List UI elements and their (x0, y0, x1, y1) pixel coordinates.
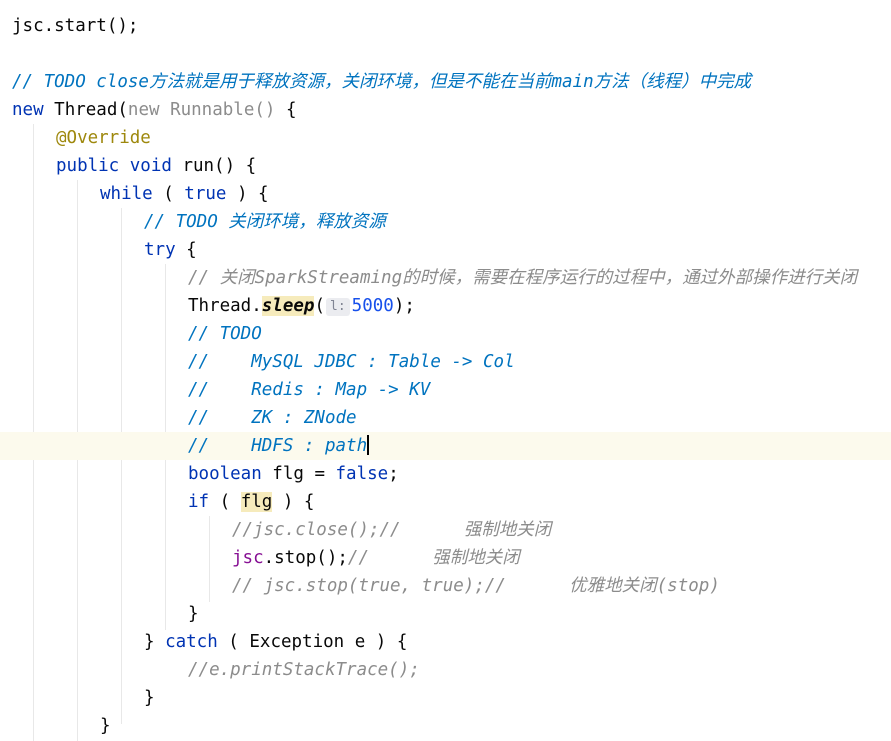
keyword-true: true (184, 184, 227, 204)
code-line-15: // ZK : ZNode (188, 404, 891, 432)
code-line-11: Thread.sleep(l: 5000); (188, 292, 891, 320)
code-line-22: } (188, 600, 891, 628)
line-comment: // 强制地关闭 (347, 548, 520, 568)
code-line-8: // TODO 关闭环境，释放资源 (144, 208, 891, 236)
code-line-25: } (144, 684, 891, 712)
keyword-public-void: public void (56, 156, 183, 176)
brace: } (144, 688, 155, 708)
brace: } (100, 716, 111, 736)
code-line-14: // Redis : Map -> KV (188, 376, 891, 404)
stop-call: .stop(); (263, 548, 348, 568)
paren: ); (393, 296, 415, 316)
run-method: run() { (182, 156, 257, 176)
override-annotation: @Override (56, 128, 151, 148)
paren: ( (314, 296, 325, 316)
code-line-19: //jsc.close();// 强制地关闭 (232, 516, 891, 544)
code-editor[interactable]: jsc.start(); // TODO close方法就是用于释放资源，关闭环… (0, 0, 891, 741)
code-line-9: try { (144, 236, 891, 264)
paren: ( (163, 184, 185, 204)
exception-param: ( Exception e ) { (228, 632, 408, 652)
code-line-21: // jsc.stop(true, true);// 优雅地关闭(stop) (232, 572, 891, 600)
code-line-6: public void run() { (56, 152, 891, 180)
code-line-20: jsc.stop();// 强制地关闭 (232, 544, 891, 572)
keyword-if: if (188, 492, 220, 512)
current-line[interactable]: // HDFS : path (0, 432, 891, 460)
line-comment: // 关闭SparkStreaming的时候，需要在程序运行的过程中，通过外部操… (188, 268, 858, 288)
todo-comment: // MySQL JDBC : Table -> Col (188, 352, 515, 372)
number-literal: 5000 (351, 296, 394, 316)
keyword-false: false (335, 464, 389, 484)
todo-comment: // ZK : ZNode (188, 408, 357, 428)
line-comment: //e.printStackTrace(); (188, 660, 420, 680)
todo-comment: // TODO 关闭环境，释放资源 (144, 212, 386, 232)
code-line-7: while ( true ) { (100, 180, 891, 208)
paren: ( (219, 492, 241, 512)
code-line-5: @Override (56, 124, 891, 152)
brace: } (188, 604, 199, 624)
code-line-23: } catch ( Exception e ) { (144, 628, 891, 656)
code-line-3: // TODO close方法就是用于释放资源，关闭环境，但是不能在当前main… (12, 68, 891, 96)
variable-flg: flg = (272, 464, 336, 484)
jsc-field: jsc (232, 548, 264, 568)
paren: ) { (226, 184, 269, 204)
line-comment: // jsc.stop(true, true);// 优雅地关闭(stop) (232, 576, 720, 596)
code-line-26: } (100, 712, 891, 740)
todo-comment: // HDFS : path (188, 436, 368, 456)
code-line-10: // 关闭SparkStreaming的时候，需要在程序运行的过程中，通过外部操… (188, 264, 891, 292)
code-line-13: // MySQL JDBC : Table -> Col (188, 348, 891, 376)
code-text: jsc.start(); (12, 16, 139, 36)
keyword-boolean: boolean (188, 464, 273, 484)
thread-class: Thread( (54, 100, 128, 120)
code-line-4: new Thread(new Runnable() { (12, 96, 891, 124)
text-caret (367, 435, 370, 455)
brace: { (275, 100, 297, 120)
code-line-1: jsc.start(); (12, 12, 891, 40)
runnable-class: Runnable() (170, 100, 276, 120)
brace: } (144, 632, 166, 652)
keyword-new: new (127, 100, 171, 120)
semicolon: ; (388, 464, 399, 484)
keyword-try: try (144, 240, 187, 260)
indent-guide (121, 208, 122, 724)
todo-comment: // Redis : Map -> KV (188, 380, 431, 400)
brace: { (186, 240, 197, 260)
sleep-method: sleep (261, 296, 315, 316)
thread-class: Thread. (188, 296, 262, 316)
indent-guide (77, 180, 78, 741)
code-line-24: //e.printStackTrace(); (188, 656, 891, 684)
code-line-12: // TODO (188, 320, 891, 348)
keyword-new: new (12, 100, 55, 120)
todo-comment: // TODO close方法就是用于释放资源，关闭环境，但是不能在当前main… (12, 72, 752, 92)
keyword-catch: catch (165, 632, 229, 652)
line-comment: //jsc.close();// 强制地关闭 (232, 520, 552, 540)
keyword-while: while (100, 184, 164, 204)
code-line-17: boolean flg = false; (188, 460, 891, 488)
variable-flg-highlight: flg (240, 492, 273, 512)
code-line-18: if ( flg ) { (188, 488, 891, 516)
indent-guide (209, 516, 210, 602)
parameter-hint: l: (326, 298, 350, 316)
todo-comment: // TODO (188, 324, 262, 344)
paren: ) { (272, 492, 315, 512)
